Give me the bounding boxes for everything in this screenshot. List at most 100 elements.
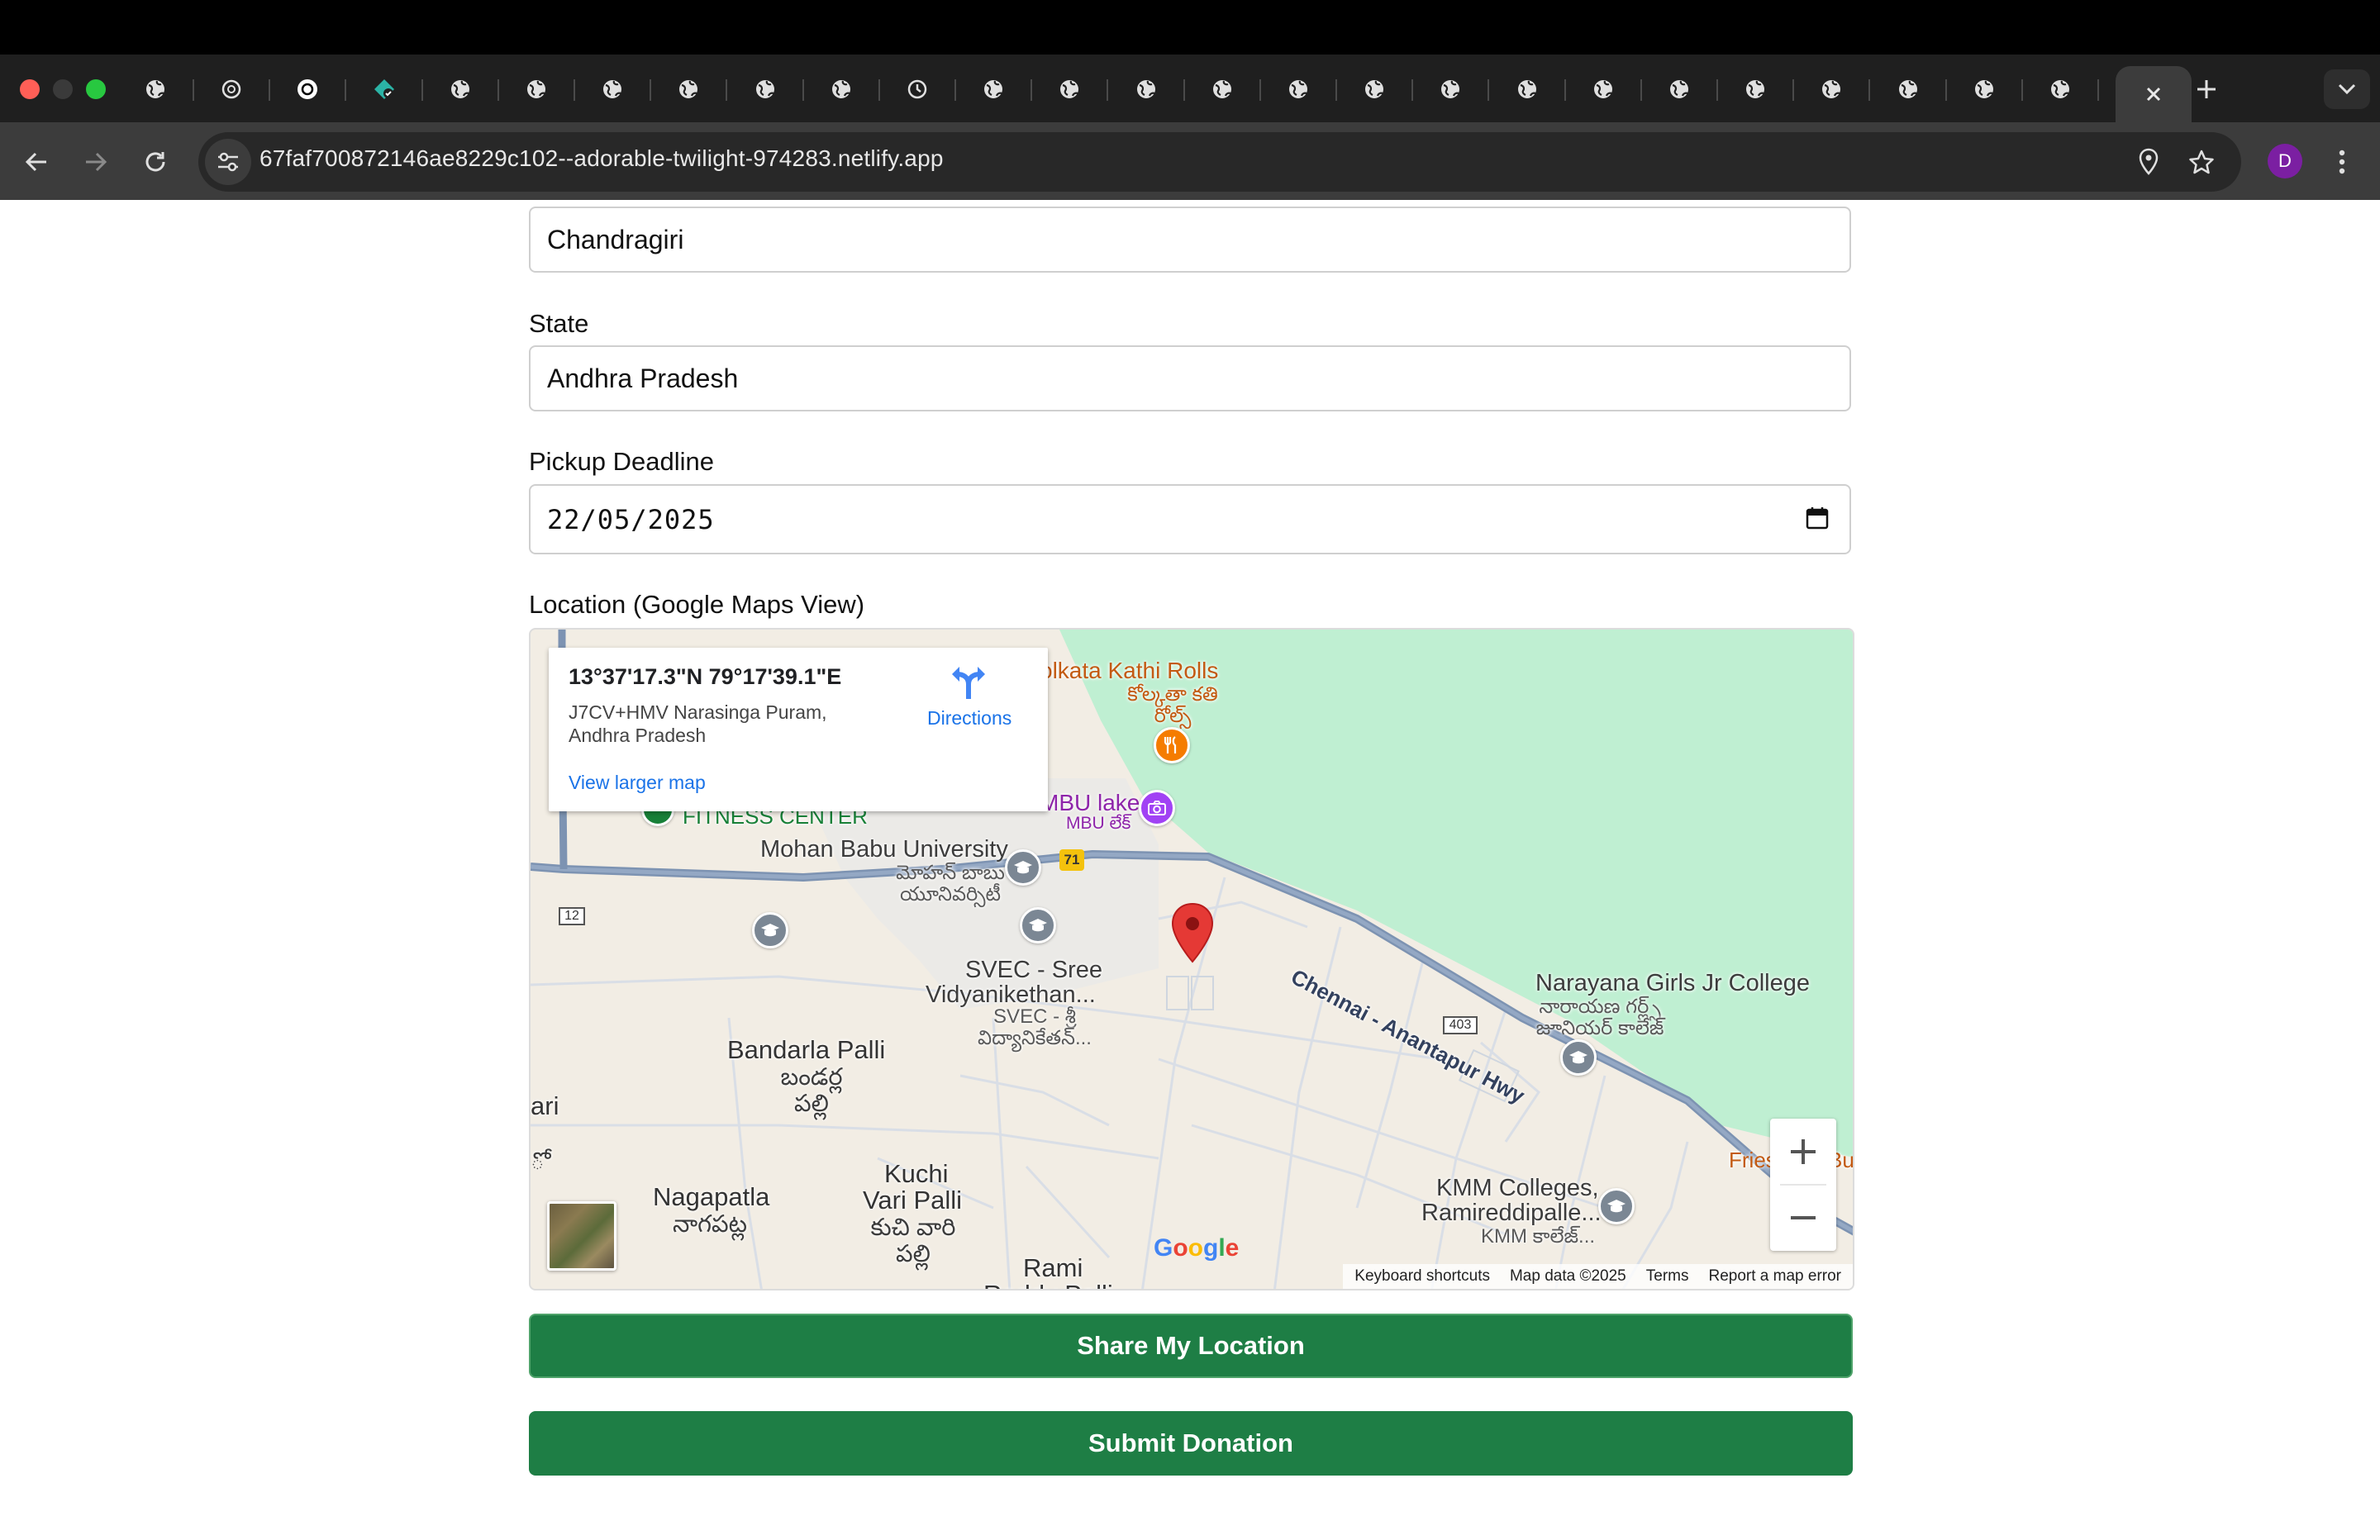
tab[interactable] (269, 64, 347, 114)
openai-icon (221, 79, 241, 99)
tune-icon (218, 152, 238, 172)
globe-icon (755, 80, 774, 98)
tab[interactable] (727, 64, 804, 114)
globe-icon (1289, 80, 1307, 98)
map-label-ari: ari (531, 1091, 559, 1120)
tab[interactable] (1717, 64, 1795, 114)
map-label-nagapatla: Nagapatla (653, 1182, 770, 1211)
camera-icon (1148, 801, 1166, 815)
tab[interactable] (346, 64, 423, 114)
history-icon (907, 79, 927, 99)
tab-active[interactable] (2116, 66, 2192, 122)
map-attribution-bar: Keyboard shortcuts Map data ©2025 Terms … (1343, 1264, 1853, 1289)
place-address-line-1: J7CV+HMV Narasinga Puram, (569, 701, 827, 723)
tab[interactable] (1108, 64, 1185, 114)
city-input[interactable]: Chandragiri (529, 207, 1851, 273)
map-data-text: Map data ©2025 (1509, 1267, 1626, 1285)
zoom-in-button[interactable] (1770, 1119, 1836, 1185)
university-poi-icon-svec[interactable] (1020, 907, 1056, 943)
back-button[interactable] (15, 140, 58, 183)
tab[interactable] (422, 64, 499, 114)
tab[interactable] (1336, 64, 1414, 114)
fork-knife-icon (1164, 736, 1177, 753)
tab[interactable] (193, 64, 271, 114)
university-poi-icon-mohan-babu[interactable] (1005, 849, 1041, 886)
route-shield-403: 403 (1443, 1016, 1478, 1034)
close-icon[interactable] (2142, 83, 2165, 106)
chevron-down-icon (2338, 83, 2356, 95)
forward-button[interactable] (74, 140, 117, 183)
tab[interactable] (1565, 64, 1642, 114)
tab[interactable] (1641, 64, 1718, 114)
tab[interactable] (574, 64, 652, 114)
minus-icon (1791, 1216, 1816, 1219)
location-label: Location (Google Maps View) (529, 590, 865, 619)
tab[interactable] (1031, 64, 1109, 114)
restaurant-poi-icon[interactable] (1154, 727, 1190, 763)
map-label-narayana: Narayana Girls Jr College (1535, 970, 1811, 996)
tab-search-button[interactable] (2324, 69, 2370, 109)
google-map[interactable]: 71 12 403 olkata Kathi Rolls కోల్కతా కతి… (529, 628, 1854, 1290)
terms-link[interactable]: Terms (1646, 1267, 1689, 1286)
directions-icon[interactable] (952, 664, 985, 701)
forward-arrow-icon (86, 152, 107, 172)
bookmark-button[interactable] (2182, 142, 2221, 182)
tab[interactable] (1793, 64, 1871, 114)
camera-poi-icon[interactable] (1139, 790, 1175, 826)
map-label-kuchi-2: Vari Palli (863, 1186, 963, 1214)
reload-button[interactable] (134, 140, 177, 183)
graduation-cap-icon (1014, 861, 1032, 874)
tab[interactable] (803, 64, 880, 114)
location-marker-icon[interactable] (1170, 902, 1215, 963)
directions-link[interactable]: Directions (927, 707, 1011, 730)
location-permission-button[interactable] (2129, 142, 2168, 182)
new-tab-button[interactable] (2187, 69, 2226, 109)
globe-icon (1974, 80, 1993, 98)
college-poi-icon-narayana[interactable] (1560, 1039, 1597, 1076)
state-input[interactable]: Andhra Pradesh (529, 345, 1851, 411)
tab[interactable] (117, 64, 194, 114)
submit-donation-button[interactable]: Submit Donation (529, 1411, 1853, 1476)
tab[interactable] (879, 64, 956, 114)
map-label-kuchi: Kuchi (884, 1159, 949, 1188)
tab[interactable] (1870, 64, 1947, 114)
tab[interactable] (1260, 64, 1337, 114)
pickup-deadline-label: Pickup Deadline (529, 447, 715, 476)
tab[interactable] (955, 64, 1033, 114)
university-poi-icon-west[interactable] (752, 912, 788, 948)
netlify-icon (374, 79, 394, 99)
globe-icon (1365, 80, 1384, 98)
graduation-cap-icon (761, 924, 779, 937)
window-close-button[interactable] (20, 79, 40, 99)
view-larger-map-link[interactable]: View larger map (569, 772, 706, 794)
tab[interactable] (2022, 64, 2099, 114)
keyboard-shortcuts-link[interactable]: Keyboard shortcuts (1354, 1267, 1490, 1286)
report-map-error-link[interactable]: Report a map error (1708, 1267, 1841, 1286)
tab[interactable] (1184, 64, 1261, 114)
browser-menu-button[interactable] (2325, 140, 2359, 183)
tab[interactable] (650, 64, 728, 114)
profile-avatar[interactable]: D (2268, 144, 2302, 178)
calendar-icon[interactable] (1805, 506, 1830, 530)
share-location-button[interactable]: Share My Location (529, 1314, 1853, 1378)
menu-bar (0, 0, 2380, 55)
zoom-out-button[interactable] (1770, 1185, 1836, 1251)
tab[interactable] (1412, 64, 1490, 114)
globe-icon (1593, 80, 1612, 98)
tab[interactable] (1489, 64, 1566, 114)
pickup-deadline-input[interactable]: 22/05/2025 (529, 484, 1851, 554)
map-label-kmm-2: Ramireddipalle... (1421, 1200, 1602, 1226)
satellite-toggle-button[interactable] (547, 1201, 616, 1271)
window-minimize-button[interactable] (53, 79, 73, 99)
tab[interactable] (1946, 64, 2023, 114)
window-maximize-button[interactable] (86, 79, 106, 99)
map-label-ro: ో (531, 1148, 545, 1175)
route-shield-71: 71 (1059, 849, 1084, 871)
college-poi-icon-kmm[interactable] (1598, 1188, 1635, 1224)
map-label-kuchi-te: కుచి వారి పల్లి (870, 1214, 956, 1267)
site-info-button[interactable] (205, 139, 251, 185)
tab[interactable] (498, 64, 575, 114)
url-text[interactable]: 67faf700872146ae8229c102--adorable-twili… (259, 145, 944, 172)
star-icon (2189, 150, 2214, 174)
map-label-svec-te: SVEC - శ్రీ విద్యానికేతన్... (978, 1005, 1092, 1049)
